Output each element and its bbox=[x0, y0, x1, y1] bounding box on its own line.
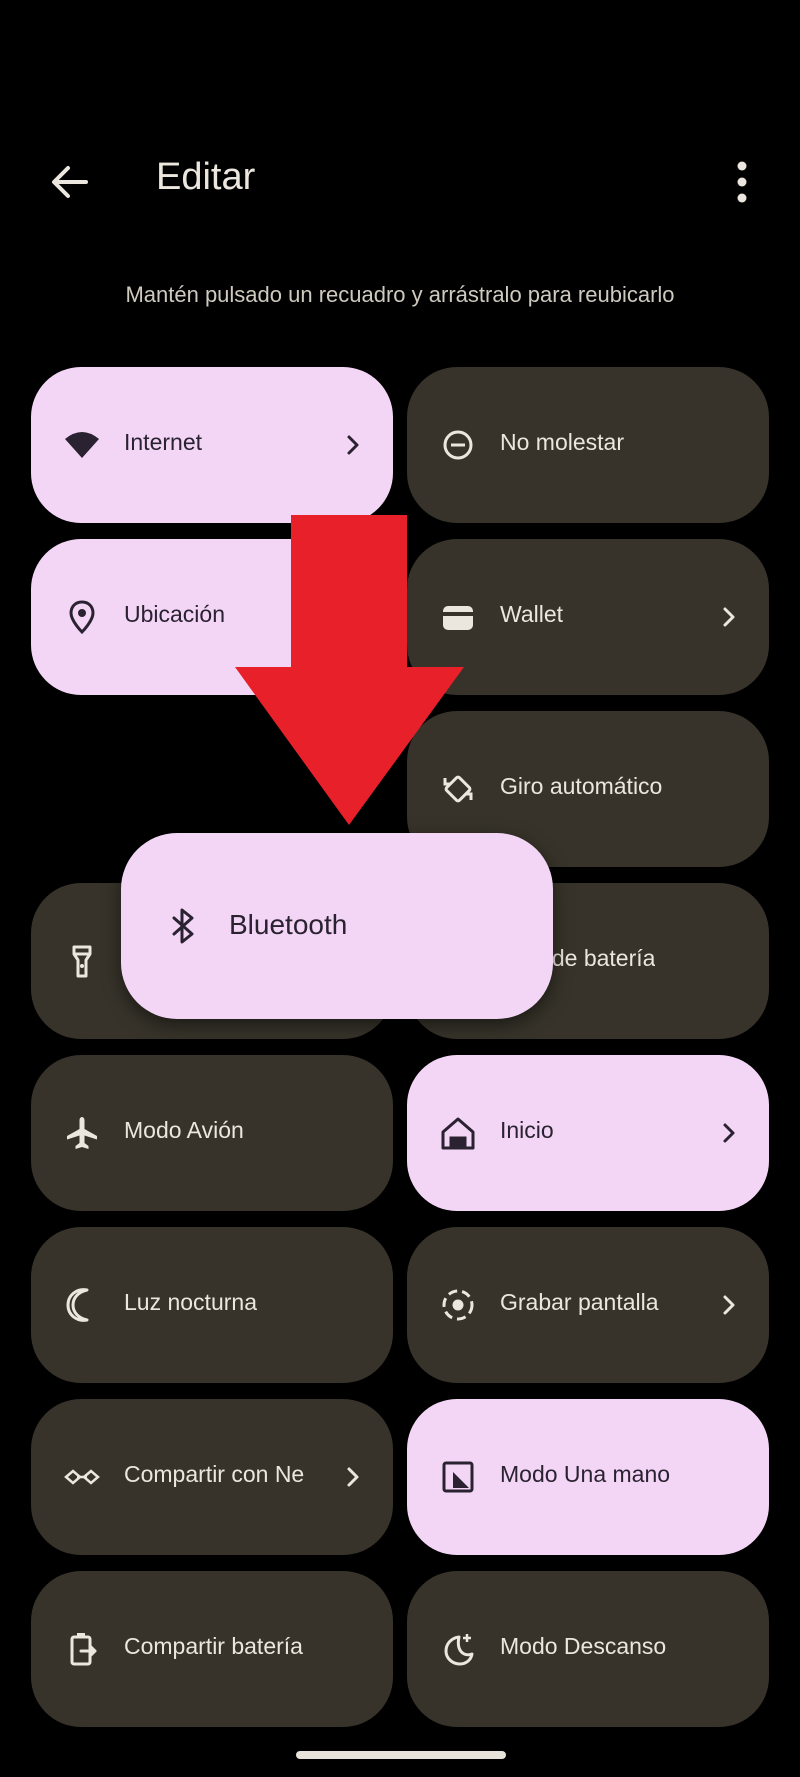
tile-label: Modo Descanso bbox=[500, 1633, 667, 1659]
bluetooth-icon bbox=[172, 908, 194, 944]
tile-label: Luz nocturna bbox=[124, 1289, 257, 1315]
instruction-text: Mantén pulsado un recuadro y arrástralo … bbox=[125, 282, 675, 307]
tile-label: Inicio bbox=[500, 1117, 554, 1143]
chevron-right-icon bbox=[347, 435, 359, 455]
tile-label: Wallet bbox=[500, 601, 564, 627]
nearby-share-icon bbox=[64, 1469, 100, 1485]
tile-internet[interactable]: Internet bbox=[31, 367, 393, 523]
tile-label: Modo Una mano bbox=[500, 1461, 671, 1487]
dragged-tile-bluetooth[interactable]: Bluetooth bbox=[121, 833, 553, 1019]
tile-luz-nocturna[interactable]: Luz nocturna bbox=[31, 1227, 393, 1383]
tile-label: Modo Avión bbox=[124, 1117, 244, 1143]
tile-label: Bluetooth bbox=[229, 909, 348, 940]
arrow-left-icon bbox=[52, 166, 88, 198]
tile-label: Giro automático bbox=[500, 773, 663, 799]
flashlight-icon bbox=[72, 945, 92, 978]
airplane-icon bbox=[67, 1117, 97, 1149]
top-app-bar: Editar bbox=[0, 150, 800, 214]
tile-label: Internet bbox=[124, 429, 202, 455]
one-hand-icon bbox=[442, 1461, 474, 1493]
tile-no-molestar[interactable]: No molestar bbox=[407, 367, 769, 523]
tile-label: Compartir batería bbox=[124, 1633, 303, 1659]
night-light-icon bbox=[66, 1288, 89, 1322]
tile-compartir-bateria[interactable]: Compartir batería bbox=[31, 1571, 393, 1727]
back-button[interactable] bbox=[46, 162, 94, 202]
home-icon bbox=[441, 1117, 475, 1150]
more-vert-icon bbox=[737, 161, 747, 203]
tile-inicio[interactable]: Inicio bbox=[407, 1055, 769, 1211]
chevron-right-icon bbox=[723, 607, 735, 627]
wifi-icon bbox=[65, 432, 99, 458]
chevron-right-icon bbox=[723, 1295, 735, 1315]
tile-modo-una-mano[interactable]: Modo Una mano bbox=[407, 1399, 769, 1555]
tile-label: Ubicación bbox=[124, 601, 225, 627]
bedtime-icon bbox=[444, 1634, 474, 1666]
more-options-button[interactable] bbox=[730, 160, 754, 204]
arrow-down-annotation-icon bbox=[235, 515, 464, 825]
location-pin-icon bbox=[69, 600, 95, 635]
tile-compartir-nearby[interactable]: Compartir con Ne bbox=[31, 1399, 393, 1555]
page-title: Editar bbox=[156, 156, 256, 198]
do-not-disturb-icon bbox=[443, 430, 473, 460]
screen-record-icon bbox=[442, 1289, 474, 1321]
tile-grabar-pantalla[interactable]: Grabar pantalla bbox=[407, 1227, 769, 1383]
chevron-right-icon bbox=[723, 1123, 735, 1143]
tile-label: Grabar pantalla bbox=[500, 1289, 659, 1315]
chevron-right-icon bbox=[347, 1467, 359, 1487]
tile-modo-descanso[interactable]: Modo Descanso bbox=[407, 1571, 769, 1727]
tile-label: No molestar bbox=[500, 429, 624, 455]
battery-share-icon bbox=[70, 1633, 97, 1666]
gesture-navigation-bar[interactable] bbox=[296, 1751, 506, 1759]
tile-label: Compartir con Ne bbox=[124, 1461, 305, 1487]
tile-modo-avion[interactable]: Modo Avión bbox=[31, 1055, 393, 1211]
